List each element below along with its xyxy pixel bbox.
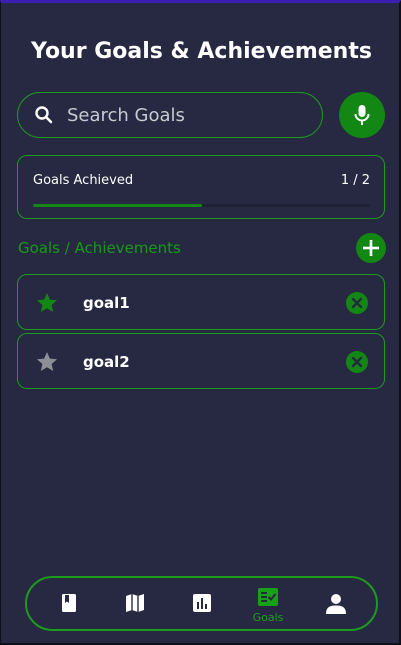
star-filled-icon[interactable]	[35, 291, 59, 315]
page-title: Your Goals & Achievements	[31, 39, 372, 64]
goal-item[interactable]: goal2	[17, 333, 385, 389]
nav-item-stats[interactable]	[182, 578, 222, 629]
goals-progress-card: Goals Achieved 1 / 2	[17, 155, 385, 219]
plus-icon	[363, 240, 379, 256]
microphone-icon	[354, 105, 370, 125]
nav-label-goals: Goals	[252, 611, 284, 624]
bar-chart-icon	[193, 594, 211, 612]
nav-item-map[interactable]	[115, 578, 155, 629]
search-icon	[34, 105, 54, 125]
bottom-navigation: Goals	[25, 576, 378, 631]
search-bar[interactable]: Search Goals	[17, 92, 323, 138]
goal-name: goal1	[83, 294, 130, 312]
delete-goal-icon[interactable]	[345, 291, 369, 315]
search-input[interactable]: Search Goals	[67, 105, 185, 126]
map-icon	[126, 594, 144, 612]
goal-name: goal2	[83, 353, 130, 371]
nav-item-profile[interactable]	[316, 578, 356, 629]
goals-screen: Your Goals & Achievements Search Goals G…	[0, 0, 401, 645]
progress-bar	[33, 204, 370, 207]
progress-label: Goals Achieved	[33, 173, 134, 188]
section-title: Goals / Achievements	[18, 239, 181, 257]
progress-bar-fill	[33, 204, 202, 207]
goals-checklist-icon	[258, 588, 278, 606]
nav-item-journal[interactable]	[49, 578, 89, 629]
voice-search-button[interactable]	[339, 92, 385, 138]
delete-goal-icon[interactable]	[345, 350, 369, 374]
profile-icon	[326, 594, 346, 614]
goal-item[interactable]: goal1	[17, 274, 385, 330]
add-goal-button[interactable]	[356, 233, 386, 263]
nav-item-goals[interactable]: Goals	[248, 578, 288, 629]
progress-count: 1 / 2	[340, 173, 370, 188]
book-icon	[62, 594, 76, 612]
star-outline-icon[interactable]	[35, 350, 59, 374]
